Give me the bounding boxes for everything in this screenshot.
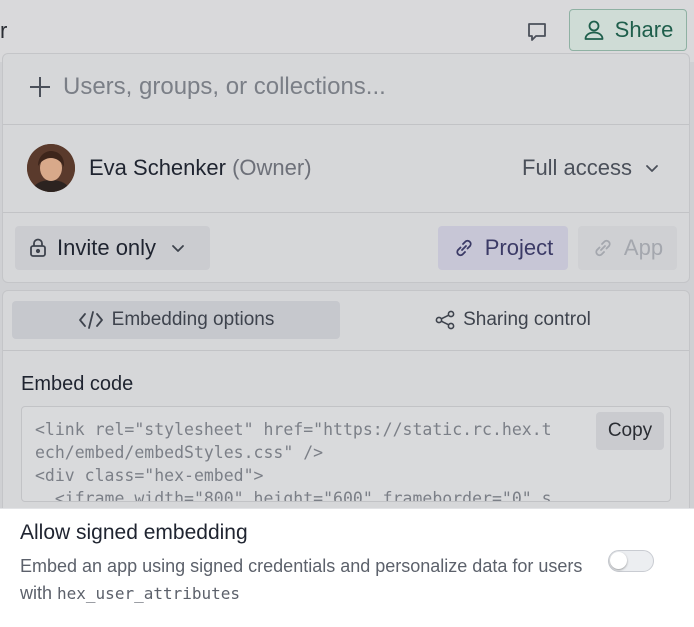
code-line: <iframe width="800" height="600" framebo… bbox=[35, 489, 552, 502]
embed-code-heading: Embed code bbox=[21, 373, 134, 395]
tab-label: Embedding options bbox=[111, 309, 275, 330]
user-icon bbox=[584, 20, 604, 40]
access-level-select[interactable]: Full access bbox=[522, 155, 660, 181]
app-label: App bbox=[623, 235, 664, 260]
embed-code-box[interactable]: <link rel="stylesheet" href="https://sta… bbox=[21, 406, 671, 502]
share-dialog: Users, groups, or collections... Eva Sch… bbox=[2, 53, 690, 283]
permission-row: Invite only Project App bbox=[3, 212, 689, 284]
app-link-button[interactable]: App bbox=[578, 226, 677, 270]
plus-icon bbox=[30, 77, 50, 97]
attribute-code: hex_user_attributes bbox=[57, 584, 241, 603]
project-label: Project bbox=[484, 235, 554, 260]
chevron-down-icon bbox=[646, 165, 658, 172]
tab-embedding-options[interactable]: Embedding options bbox=[12, 301, 340, 339]
code-line: <link rel="stylesheet" href="https://sta… bbox=[35, 420, 552, 439]
avatar bbox=[27, 144, 75, 192]
project-link-button[interactable]: Project bbox=[438, 226, 568, 270]
invite-only-select[interactable]: Invite only bbox=[15, 226, 210, 270]
share-button[interactable]: Share bbox=[569, 9, 687, 51]
toggle-knob bbox=[610, 552, 627, 569]
add-people-row[interactable]: Users, groups, or collections... bbox=[3, 54, 689, 125]
chevron-down-icon bbox=[172, 245, 184, 252]
code-line: ech/embed/embedStyles.css" /> bbox=[35, 443, 324, 462]
tab-label: Sharing control bbox=[463, 309, 591, 330]
code-line: <div class="hex-embed"> bbox=[35, 466, 264, 485]
comment-icon bbox=[528, 23, 546, 41]
code-icon bbox=[78, 311, 103, 329]
copy-button[interactable]: Copy bbox=[596, 412, 664, 450]
owner-row: Eva Schenker (Owner) Full access bbox=[3, 124, 689, 213]
signed-embedding-title: Allow signed embedding bbox=[20, 521, 248, 544]
signed-embedding-description: Embed an app using signed credentials an… bbox=[20, 553, 590, 607]
signed-embedding-section: Allow signed embedding Embed an app usin… bbox=[0, 508, 694, 627]
truncated-title: r bbox=[0, 18, 8, 43]
embed-tabs: Embedding options Sharing control bbox=[3, 291, 689, 351]
owner-role: (Owner) bbox=[232, 155, 312, 180]
signed-embedding-toggle[interactable] bbox=[608, 550, 654, 572]
share-nodes-icon bbox=[435, 310, 455, 330]
tab-sharing-control[interactable]: Sharing control bbox=[343, 301, 683, 339]
comment-button[interactable] bbox=[522, 18, 552, 46]
share-label: Share bbox=[614, 17, 674, 42]
owner-name: Eva Schenker bbox=[89, 155, 226, 180]
link-icon bbox=[595, 239, 611, 257]
invite-only-label: Invite only bbox=[57, 235, 157, 260]
access-level-label: Full access bbox=[522, 155, 633, 180]
lock-icon bbox=[30, 238, 46, 257]
link-icon bbox=[456, 239, 472, 257]
add-people-input[interactable]: Users, groups, or collections... bbox=[63, 73, 386, 101]
